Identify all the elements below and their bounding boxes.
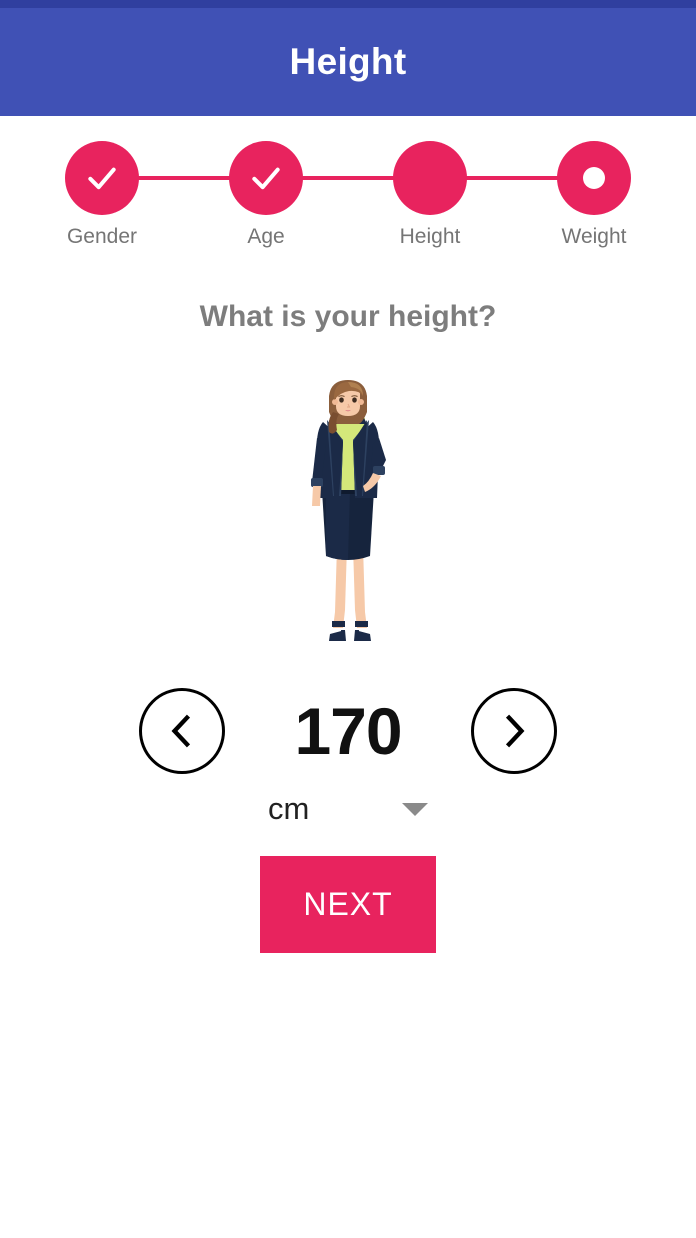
value-stepper-row: 170 — [0, 688, 696, 774]
step-circle-current — [393, 141, 467, 215]
stepper-label-height: Height — [399, 225, 461, 248]
illustration-area — [0, 366, 696, 656]
next-row: NEXT — [0, 856, 696, 953]
stepper-step-height[interactable]: Height — [360, 135, 500, 249]
chevron-left-icon — [171, 714, 191, 748]
step-circle-completed — [229, 141, 303, 215]
stepper-track — [102, 176, 594, 180]
progress-stepper: Gender Age Height Weight — [0, 116, 696, 383]
check-icon — [88, 167, 116, 190]
step-circle-completed — [65, 141, 139, 215]
app-bar: Height — [0, 8, 696, 116]
question-text: What is your height? — [199, 300, 497, 333]
increment-button[interactable] — [471, 688, 557, 774]
next-button[interactable]: NEXT — [260, 856, 436, 953]
height-value[interactable]: 170 — [225, 693, 471, 769]
step-circle-upcoming — [557, 141, 631, 215]
decrement-button[interactable] — [139, 688, 225, 774]
stepper-step-weight[interactable]: Weight — [524, 135, 664, 249]
chevron-down-icon — [402, 802, 428, 816]
main-content: What is your height? 170 cm NEXT — [0, 267, 696, 1238]
dot-circle-icon — [583, 167, 605, 189]
status-bar-strip — [0, 0, 696, 8]
chevron-right-icon — [505, 714, 525, 748]
unit-row: cm — [0, 791, 696, 827]
check-icon — [252, 167, 280, 190]
woman-business-suit-illustration — [311, 380, 386, 641]
unit-select[interactable]: cm — [268, 791, 428, 827]
stepper-label-age: Age — [247, 225, 285, 248]
stepper-step-gender[interactable]: Gender — [32, 135, 172, 249]
stepper-label-gender: Gender — [66, 225, 138, 248]
page-title: Height — [289, 41, 407, 82]
stepper-label-weight: Weight — [561, 225, 627, 248]
unit-select-value: cm — [268, 791, 310, 826]
stepper-step-age[interactable]: Age — [196, 135, 336, 249]
